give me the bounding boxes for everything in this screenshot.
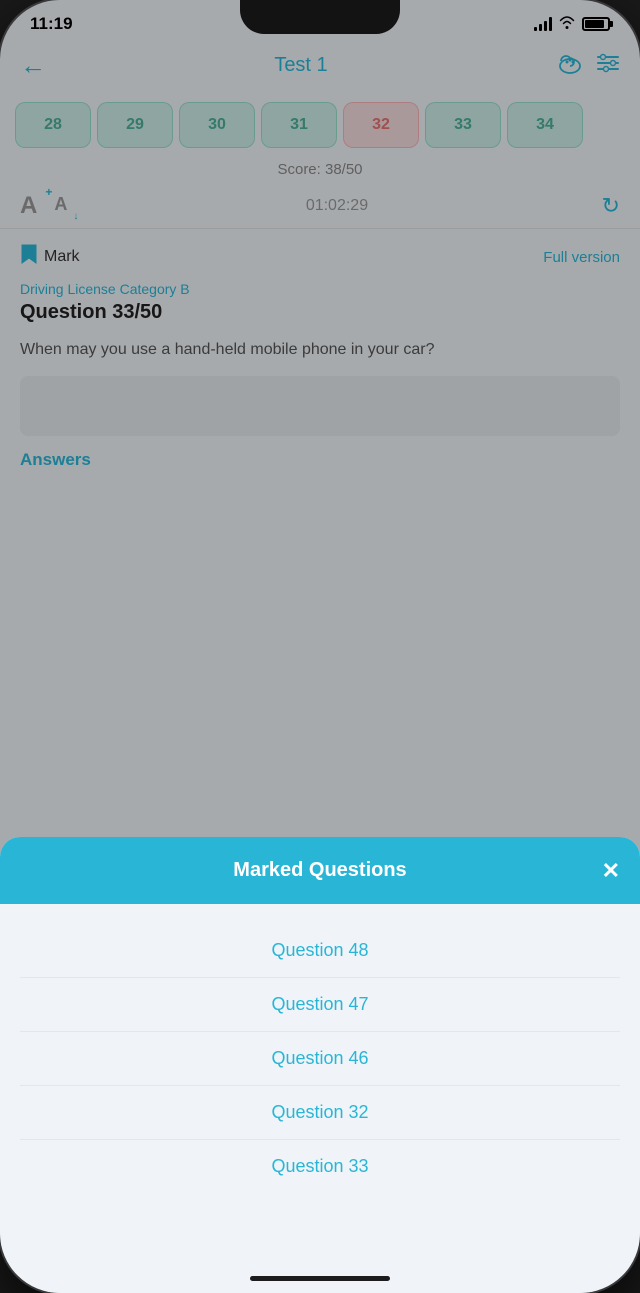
marked-questions-modal: Marked Questions ✕ Question 48 Question … [0,837,640,1293]
modal-title: Marked Questions [233,859,406,882]
modal-list: Question 48 Question 47 Question 46 Ques… [0,904,640,1213]
modal-header: Marked Questions ✕ [0,837,640,904]
phone-screen: 11:19 [0,0,640,1293]
modal-item-question-33[interactable]: Question 33 [20,1140,620,1193]
modal-item-question-47[interactable]: Question 47 [20,978,620,1032]
home-indicator [250,1276,390,1281]
phone-frame: 11:19 [0,0,640,1293]
modal-item-question-46[interactable]: Question 46 [20,1032,620,1086]
modal-item-question-48[interactable]: Question 48 [20,924,620,978]
modal-overlay: Marked Questions ✕ Question 48 Question … [0,0,640,1293]
modal-close-button[interactable]: ✕ [602,858,620,884]
modal-item-question-32[interactable]: Question 32 [20,1086,620,1140]
